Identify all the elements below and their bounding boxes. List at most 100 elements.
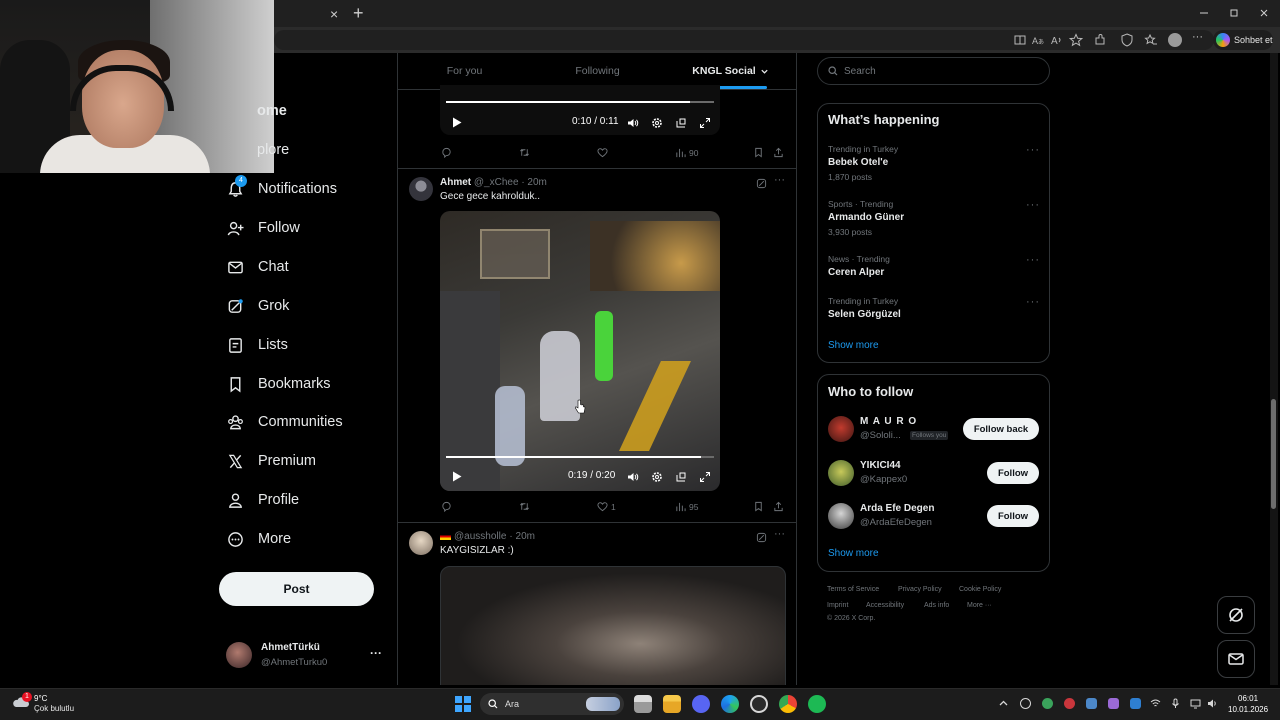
- play-icon[interactable]: [452, 117, 462, 128]
- tab-for-you[interactable]: For you: [398, 53, 531, 89]
- task-view-icon[interactable]: [634, 695, 652, 713]
- volume-icon[interactable]: [1207, 698, 1218, 709]
- tweet-video-player[interactable]: 0:19 / 0:20: [440, 211, 720, 491]
- browser-profile-avatar[interactable]: [1168, 33, 1182, 47]
- share-button[interactable]: [773, 147, 784, 158]
- weather-widget[interactable]: 1 9°C Çok bulutlu: [10, 692, 90, 716]
- tray-app-icon[interactable]: [1108, 698, 1119, 709]
- footer-link-accessibility[interactable]: Accessibility: [866, 602, 904, 609]
- follow-button[interactable]: Follow: [987, 505, 1039, 527]
- tweet-time[interactable]: · 20m: [509, 531, 535, 542]
- chrome-icon[interactable]: [779, 695, 797, 713]
- discord-icon[interactable]: [692, 695, 710, 713]
- nav-notifications[interactable]: 4 Notifications: [227, 174, 337, 201]
- tweet-author-avatar[interactable]: [409, 531, 433, 555]
- follow-suggestion[interactable]: YIKICI44 @Kappex0 Follow: [818, 457, 1049, 491]
- post-button[interactable]: Post: [219, 572, 374, 606]
- fullscreen-icon[interactable]: [699, 471, 711, 483]
- nav-communities[interactable]: Communities: [227, 410, 343, 434]
- nav-profile[interactable]: Profile: [227, 488, 299, 512]
- trend-item[interactable]: Trending in Turkey Selen Görgüzel ···: [818, 292, 1049, 326]
- tray-app-icon[interactable]: [1042, 698, 1053, 709]
- tray-app-icon[interactable]: [1086, 698, 1097, 709]
- nav-chat[interactable]: Chat: [227, 255, 289, 279]
- picture-in-picture-icon[interactable]: [675, 117, 687, 129]
- collections-icon[interactable]: [1144, 33, 1158, 47]
- who-to-follow-show-more-link[interactable]: Show more: [828, 548, 879, 559]
- account-menu-icon[interactable]: ···: [370, 646, 382, 660]
- footer-link-privacy[interactable]: Privacy Policy: [898, 586, 942, 593]
- new-tab-button[interactable]: +: [353, 3, 364, 24]
- volume-icon[interactable]: [627, 471, 639, 483]
- taskbar-search[interactable]: Ara: [480, 693, 624, 715]
- trend-item[interactable]: Sports · Trending Armando Güner 3,930 po…: [818, 195, 1049, 239]
- tray-overflow-icon[interactable]: [998, 698, 1009, 709]
- browser-essentials-icon[interactable]: [1120, 33, 1134, 47]
- reply-button[interactable]: [441, 147, 452, 158]
- follow-suggestion[interactable]: M A U R O @Sololi... Follows you Follow …: [818, 413, 1049, 447]
- trend-more-icon[interactable]: ···: [1026, 199, 1040, 211]
- footer-link-terms[interactable]: Terms of Service: [827, 586, 879, 593]
- repost-button[interactable]: [519, 147, 530, 158]
- file-explorer-icon[interactable]: [663, 695, 681, 713]
- browser-menu-icon[interactable]: ···: [1192, 31, 1206, 45]
- translate-icon[interactable]: Aあ: [1031, 33, 1045, 47]
- play-icon[interactable]: [452, 471, 462, 482]
- footer-link-ads-info[interactable]: Ads info: [924, 602, 949, 609]
- nav-more[interactable]: More: [227, 527, 291, 551]
- repost-button[interactable]: [519, 501, 530, 512]
- settings-gear-icon[interactable]: [651, 471, 663, 483]
- network-icon[interactable]: [1150, 698, 1161, 709]
- copilot-chat-button[interactable]: Sohbet et: [1213, 30, 1273, 50]
- tweet-author-name[interactable]: Ahmet: [440, 177, 471, 188]
- close-window-button[interactable]: [1257, 6, 1271, 20]
- views-button[interactable]: 90: [675, 147, 698, 158]
- tweet-author-handle[interactable]: @_xChee: [474, 177, 519, 188]
- tweet-author-handle[interactable]: @aussholle: [454, 531, 506, 542]
- tweet-media[interactable]: [440, 566, 786, 685]
- steam-like-icon[interactable]: [750, 695, 768, 713]
- tweet-more-icon[interactable]: ···: [774, 174, 785, 186]
- nav-follow[interactable]: Follow: [227, 216, 300, 240]
- views-button[interactable]: 95: [675, 501, 698, 512]
- tray-app-icon[interactable]: [1064, 698, 1075, 709]
- footer-link-cookie[interactable]: Cookie Policy: [959, 586, 1001, 593]
- trend-item[interactable]: News · Trending Ceren Alper ···: [818, 250, 1049, 284]
- nav-lists[interactable]: Lists: [227, 333, 288, 357]
- maximize-window-button[interactable]: [1227, 6, 1241, 20]
- trend-more-icon[interactable]: ···: [1026, 296, 1040, 308]
- like-button[interactable]: 1: [597, 501, 616, 512]
- start-button[interactable]: [455, 696, 471, 712]
- share-button[interactable]: [773, 501, 784, 512]
- clock-date[interactable]: 10.01.2026: [1228, 705, 1268, 714]
- edge-icon[interactable]: [721, 695, 739, 713]
- page-scrollbar[interactable]: [1270, 53, 1278, 685]
- tab-close-button[interactable]: ×: [330, 6, 338, 22]
- tweet-video-player[interactable]: 0:10 / 0:11: [440, 85, 720, 135]
- trend-item[interactable]: Trending in Turkey Bebek Otel'e 1,870 po…: [818, 140, 1049, 184]
- search-input[interactable]: Search: [817, 57, 1050, 85]
- tweet-more-icon[interactable]: ···: [774, 528, 785, 540]
- display-icon[interactable]: [1190, 698, 1201, 709]
- spotify-icon[interactable]: [808, 695, 826, 713]
- follow-suggestion[interactable]: Arda Efe Degen @ArdaEfeDegen Follow: [818, 500, 1049, 534]
- footer-link-more[interactable]: More ···: [967, 602, 992, 609]
- trend-more-icon[interactable]: ···: [1026, 144, 1040, 156]
- clock-time[interactable]: 06:01: [1238, 694, 1258, 703]
- grok-floating-button[interactable]: [1217, 596, 1255, 634]
- messages-floating-button[interactable]: [1217, 640, 1255, 678]
- video-progress-track[interactable]: [446, 456, 714, 458]
- tab-following[interactable]: Following: [531, 53, 664, 89]
- like-button[interactable]: [597, 147, 608, 158]
- footer-link-imprint[interactable]: Imprint: [827, 602, 848, 609]
- grok-explain-icon[interactable]: [756, 532, 767, 543]
- tweet-time[interactable]: · 20m: [521, 177, 547, 188]
- picture-in-picture-icon[interactable]: [675, 471, 687, 483]
- read-aloud-icon[interactable]: A: [1050, 33, 1064, 47]
- grok-explain-icon[interactable]: [756, 178, 767, 189]
- tab-kngl-social[interactable]: KNGL Social: [664, 53, 796, 89]
- trend-more-icon[interactable]: ···: [1026, 254, 1040, 266]
- split-screen-icon[interactable]: [1013, 33, 1027, 47]
- microphone-icon[interactable]: [1170, 698, 1181, 709]
- account-switcher[interactable]: AhmetTürkü @AhmetTurku0 ···: [226, 640, 386, 672]
